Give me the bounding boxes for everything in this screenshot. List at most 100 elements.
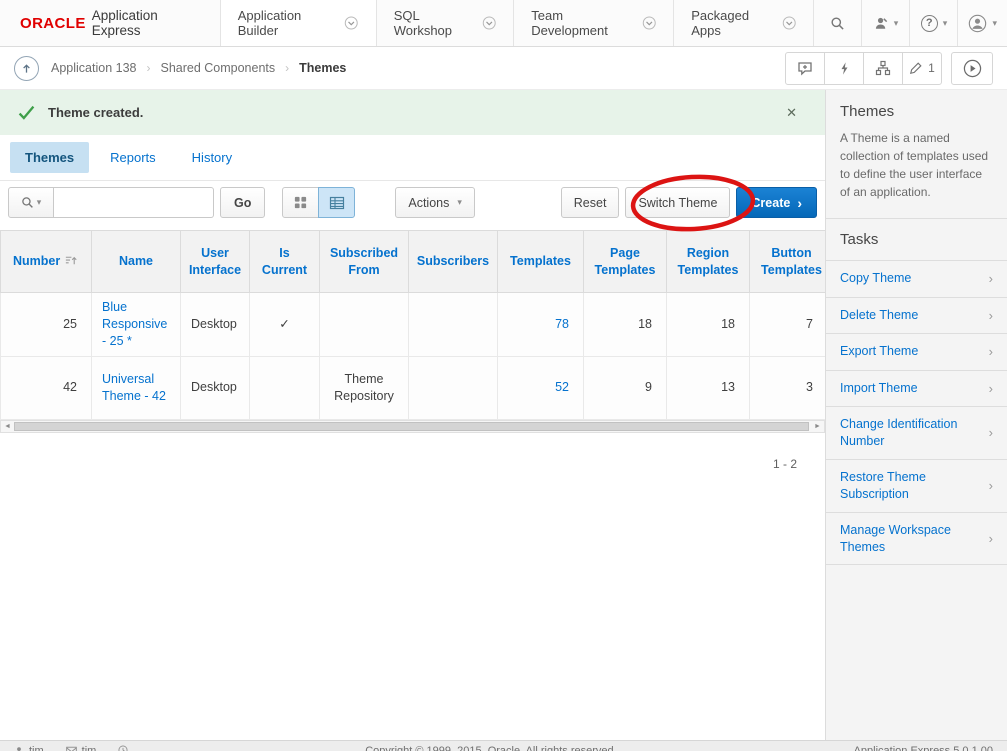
chevron-right-icon: › (797, 196, 802, 210)
column-header-page-templates[interactable]: Page Templates (584, 231, 667, 293)
tab-history[interactable]: History (177, 142, 247, 173)
top-navigation-bar: ORACLE Application Express Application B… (0, 0, 1007, 47)
run-application-button[interactable] (951, 52, 993, 85)
task-restore-theme-subscription[interactable]: Restore Theme Subscription › (826, 460, 1007, 513)
task-label: Copy Theme (840, 270, 911, 287)
actions-label: Actions (408, 196, 449, 210)
shortcuts-button[interactable] (824, 52, 864, 85)
icon-view-button[interactable] (282, 187, 319, 218)
search-input[interactable] (54, 187, 214, 218)
table-row: 25 Blue Responsive - 25 * Desktop ✓ 78 1… (1, 293, 826, 357)
right-sidebar: Themes A Theme is a named collection of … (825, 90, 1007, 740)
cell-subscribers (409, 356, 498, 419)
chevron-down-circle-icon (782, 15, 796, 31)
administration-menu-button[interactable]: ▾ (861, 0, 909, 46)
column-header-user-interface[interactable]: User Interface (181, 231, 250, 293)
feedback-bubble-icon (797, 60, 813, 76)
tab-themes[interactable]: Themes (10, 142, 89, 173)
chevron-right-icon: › (989, 270, 993, 288)
nav-tab-label: SQL Workshop (394, 8, 473, 38)
cell-region-templates: 13 (667, 356, 750, 419)
column-header-name[interactable]: Name (92, 231, 181, 293)
column-header-region-templates[interactable]: Region Templates (667, 231, 750, 293)
close-icon[interactable]: ✕ (786, 105, 807, 121)
switch-theme-button[interactable]: Switch Theme (625, 187, 730, 218)
edit-page-number: 1 (928, 61, 935, 75)
apex-builder-page: ORACLE Application Express Application B… (0, 0, 1007, 751)
scroll-right-arrow[interactable]: ► (811, 421, 824, 432)
tab-reports[interactable]: Reports (95, 142, 171, 173)
admin-user-icon (874, 16, 889, 31)
footer-workspace[interactable]: tim (66, 745, 97, 751)
chevron-right-icon: › (989, 530, 993, 548)
chevron-down-icon: ▾ (943, 19, 948, 28)
cell-button-templates: 7 (750, 293, 826, 357)
scrollbar-thumb[interactable] (14, 422, 809, 431)
feedback-button[interactable] (785, 52, 825, 85)
column-header-is-current[interactable]: Is Current (250, 231, 320, 293)
breadcrumb-shared-components[interactable]: Shared Components (160, 61, 275, 75)
top-icon-buttons: ▾ ? ▾ ▾ (813, 0, 1007, 46)
chevron-right-icon: › (989, 343, 993, 361)
cell-button-templates: 3 (750, 356, 826, 419)
column-header-number[interactable]: Number (1, 231, 92, 293)
help-menu-button[interactable]: ? ▾ (909, 0, 957, 46)
cell-page-templates: 9 (584, 356, 667, 419)
up-level-button[interactable] (14, 56, 39, 81)
nav-tab-label: Packaged Apps (691, 8, 773, 38)
theme-name-link[interactable]: Blue Responsive - 25 * (102, 300, 167, 348)
sitemap-button[interactable] (863, 52, 903, 85)
task-export-theme[interactable]: Export Theme › (826, 334, 1007, 371)
column-header-button-templates[interactable]: Button Templates (750, 231, 826, 293)
report-view-button[interactable] (318, 187, 355, 218)
edit-page-button[interactable]: 1 (902, 52, 942, 85)
task-label: Delete Theme (840, 307, 918, 324)
create-button[interactable]: Create › (736, 187, 817, 218)
footer-session-timer[interactable] (118, 745, 128, 751)
scroll-left-arrow[interactable]: ◄ (1, 421, 14, 432)
search-icon (21, 196, 34, 209)
product-name: Application Express (92, 8, 200, 38)
chevron-down-circle-icon (642, 15, 657, 31)
task-manage-workspace-themes[interactable]: Manage Workspace Themes › (826, 513, 1007, 566)
templates-count-link[interactable]: 52 (555, 380, 569, 394)
actions-menu-button[interactable]: Actions ▾ (395, 187, 475, 218)
nav-tab-label: Application Builder (238, 8, 336, 38)
reset-button[interactable]: Reset (561, 187, 620, 218)
nav-tab-packaged-apps[interactable]: Packaged Apps (673, 0, 813, 46)
wand-icon (837, 61, 852, 76)
breadcrumb-bar: Application 138 › Shared Components › Th… (0, 47, 1007, 90)
tasks-section-title: Tasks (826, 219, 1007, 261)
cell-subscribers (409, 293, 498, 357)
clock-icon (118, 745, 128, 751)
sort-icon (64, 254, 77, 267)
pencil-icon (909, 61, 923, 75)
breadcrumb-current-themes: Themes (299, 61, 346, 75)
theme-name-link[interactable]: Universal Theme - 42 (102, 372, 166, 403)
task-import-theme[interactable]: Import Theme › (826, 371, 1007, 408)
cell-is-current (250, 356, 320, 419)
breadcrumb-application[interactable]: Application 138 (51, 61, 136, 75)
nav-tab-sql-workshop[interactable]: SQL Workshop (376, 0, 514, 46)
nav-tab-application-builder[interactable]: Application Builder (220, 0, 376, 46)
task-copy-theme[interactable]: Copy Theme › (826, 261, 1007, 298)
global-search-button[interactable] (813, 0, 861, 46)
horizontal-scrollbar[interactable]: ◄ ► (0, 420, 825, 433)
column-header-templates[interactable]: Templates (498, 231, 584, 293)
main-region: Theme created. ✕ Themes Reports History … (0, 90, 825, 740)
templates-count-link[interactable]: 78 (555, 317, 569, 331)
cell-user-interface: Desktop (181, 293, 250, 357)
search-column-dropdown[interactable]: ▾ (8, 187, 54, 218)
play-icon (963, 59, 982, 78)
cell-name: Universal Theme - 42 (92, 356, 181, 419)
nav-tab-team-development[interactable]: Team Development (513, 0, 673, 46)
column-header-subscribers[interactable]: Subscribers (409, 231, 498, 293)
task-change-identification-number[interactable]: Change Identification Number › (826, 407, 1007, 460)
task-delete-theme[interactable]: Delete Theme › (826, 298, 1007, 335)
account-menu-button[interactable]: ▾ (957, 0, 1007, 46)
footer-user[interactable]: tim (14, 745, 44, 751)
column-header-subscribed-from[interactable]: Subscribed From (320, 231, 409, 293)
go-button[interactable]: Go (220, 187, 265, 218)
cell-name: Blue Responsive - 25 * (92, 293, 181, 357)
cell-templates: 52 (498, 356, 584, 419)
